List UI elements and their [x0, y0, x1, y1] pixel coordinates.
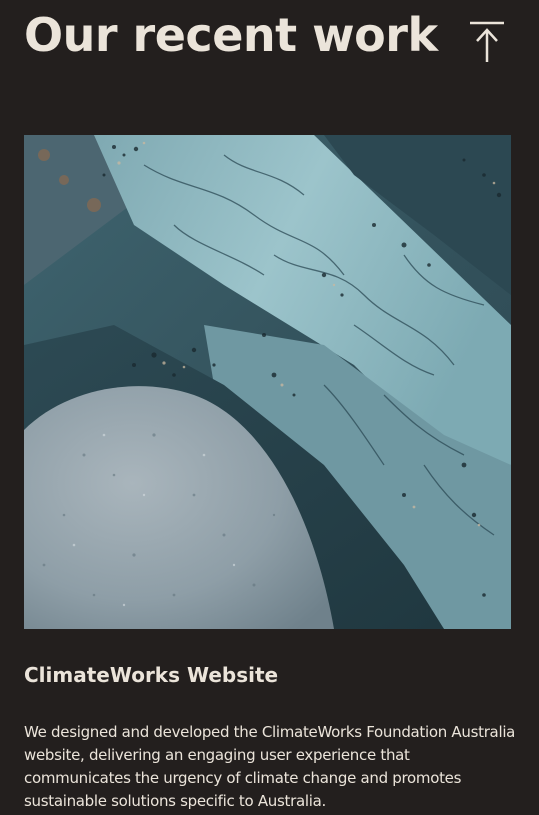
project-description: We designed and developed the ClimateWor… [24, 723, 516, 810]
project-image[interactable] [24, 135, 511, 629]
rock-texture-photo [24, 135, 511, 629]
project-title[interactable]: ClimateWorks Website [24, 661, 278, 689]
scroll-to-top-button[interactable] [466, 20, 508, 66]
page-title: Our recent work [24, 8, 438, 62]
arrow-up-to-line-icon [470, 21, 504, 62]
